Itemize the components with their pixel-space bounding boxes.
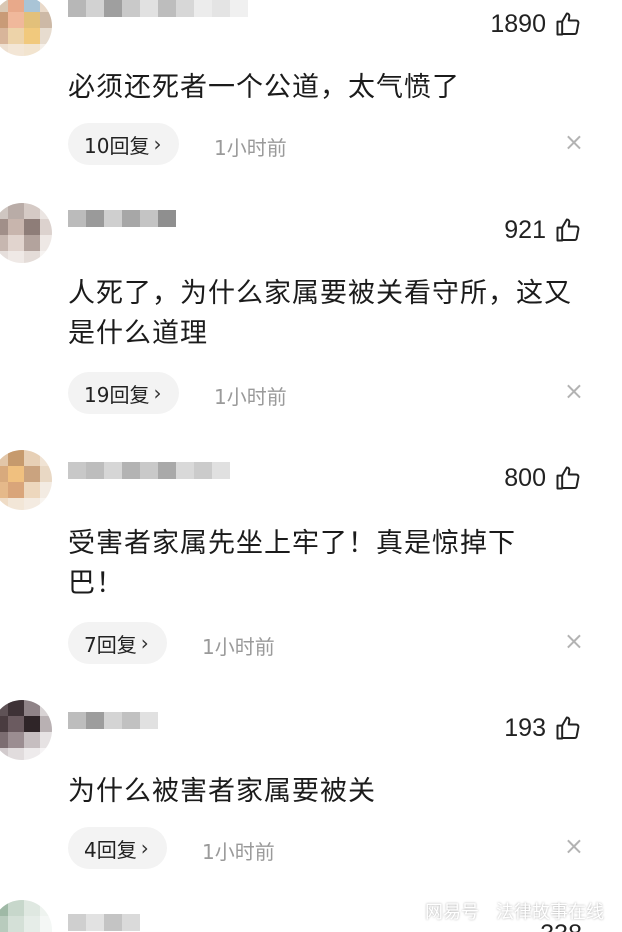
thumbs-up-icon <box>554 714 582 742</box>
comment-time: 1小时前 <box>202 635 275 659</box>
avatar[interactable] <box>0 203 52 263</box>
comment-item: 800 受害者家属先坐上牢了！真是惊掉下巴！ 7回复 › 1小时前 × <box>0 448 622 678</box>
like-count: 800 <box>504 463 546 492</box>
like-button[interactable]: 193 <box>504 710 582 746</box>
reply-button[interactable]: 4回复 › <box>68 827 167 869</box>
watermark: 网易号 法律故事在线 <box>425 898 604 924</box>
comment-text: 必须还死者一个公道，太气愤了 <box>68 72 460 103</box>
like-button[interactable]: 800 <box>504 460 582 496</box>
reply-count: 10回复 <box>84 133 150 158</box>
reply-button[interactable]: 10回复 › <box>68 123 180 165</box>
thumbs-up-icon <box>554 216 582 244</box>
reply-count: 19回复 <box>84 382 150 407</box>
close-icon[interactable]: × <box>564 627 584 655</box>
watermark-divider <box>487 902 488 920</box>
username-blurred[interactable] <box>68 210 176 244</box>
comment-time: 1小时前 <box>214 136 287 160</box>
close-icon[interactable]: × <box>564 832 584 860</box>
username-blurred[interactable] <box>68 914 140 932</box>
close-icon[interactable]: × <box>564 128 584 156</box>
like-count: 193 <box>504 713 546 742</box>
username-blurred[interactable] <box>68 462 230 496</box>
reply-button[interactable]: 19回复 › <box>68 372 180 414</box>
username-blurred[interactable] <box>68 0 248 34</box>
comment-item: 193 为什么被害者家属要被关 4回复 › 1小时前 × <box>0 698 622 888</box>
comment-item: 1890 必须还死者一个公道，太气愤了 10回复 › 1小时前 × <box>0 0 622 190</box>
watermark-account: 法律故事在线 <box>496 902 604 923</box>
like-button[interactable]: 921 <box>504 212 582 248</box>
comment-time: 1小时前 <box>214 385 287 409</box>
like-count: 921 <box>504 215 546 244</box>
comment-text: 受害者家属先坐上牢了！真是惊掉下巴！ <box>68 528 516 599</box>
comment-text: 为什么被害者家属要被关 <box>68 776 376 807</box>
watermark-brand: 网易号 <box>425 902 479 923</box>
reply-count: 7回复 <box>84 632 137 657</box>
thumbs-up-icon <box>554 464 582 492</box>
reply-button[interactable]: 7回复 › <box>68 622 167 664</box>
chevron-right-icon: › <box>153 132 162 156</box>
avatar[interactable] <box>0 900 52 932</box>
username-blurred[interactable] <box>68 712 158 746</box>
avatar[interactable] <box>0 450 52 510</box>
comment-item: 921 人死了，为什么家属要被关看守所，这又是什么道理 19回复 › 1小时前 … <box>0 200 622 430</box>
comment-time: 1小时前 <box>202 840 275 864</box>
chevron-right-icon: › <box>153 381 162 405</box>
comment-text: 人死了，为什么家属要被关看守所，这又是什么道理 <box>68 278 572 349</box>
avatar[interactable] <box>0 0 52 56</box>
avatar[interactable] <box>0 700 52 760</box>
like-count: 1890 <box>490 9 546 38</box>
reply-count: 4回复 <box>84 837 137 862</box>
chevron-right-icon: › <box>140 836 149 860</box>
like-button[interactable]: 1890 <box>490 6 582 42</box>
chevron-right-icon: › <box>140 631 149 655</box>
close-icon[interactable]: × <box>564 377 584 405</box>
thumbs-up-icon <box>554 10 582 38</box>
